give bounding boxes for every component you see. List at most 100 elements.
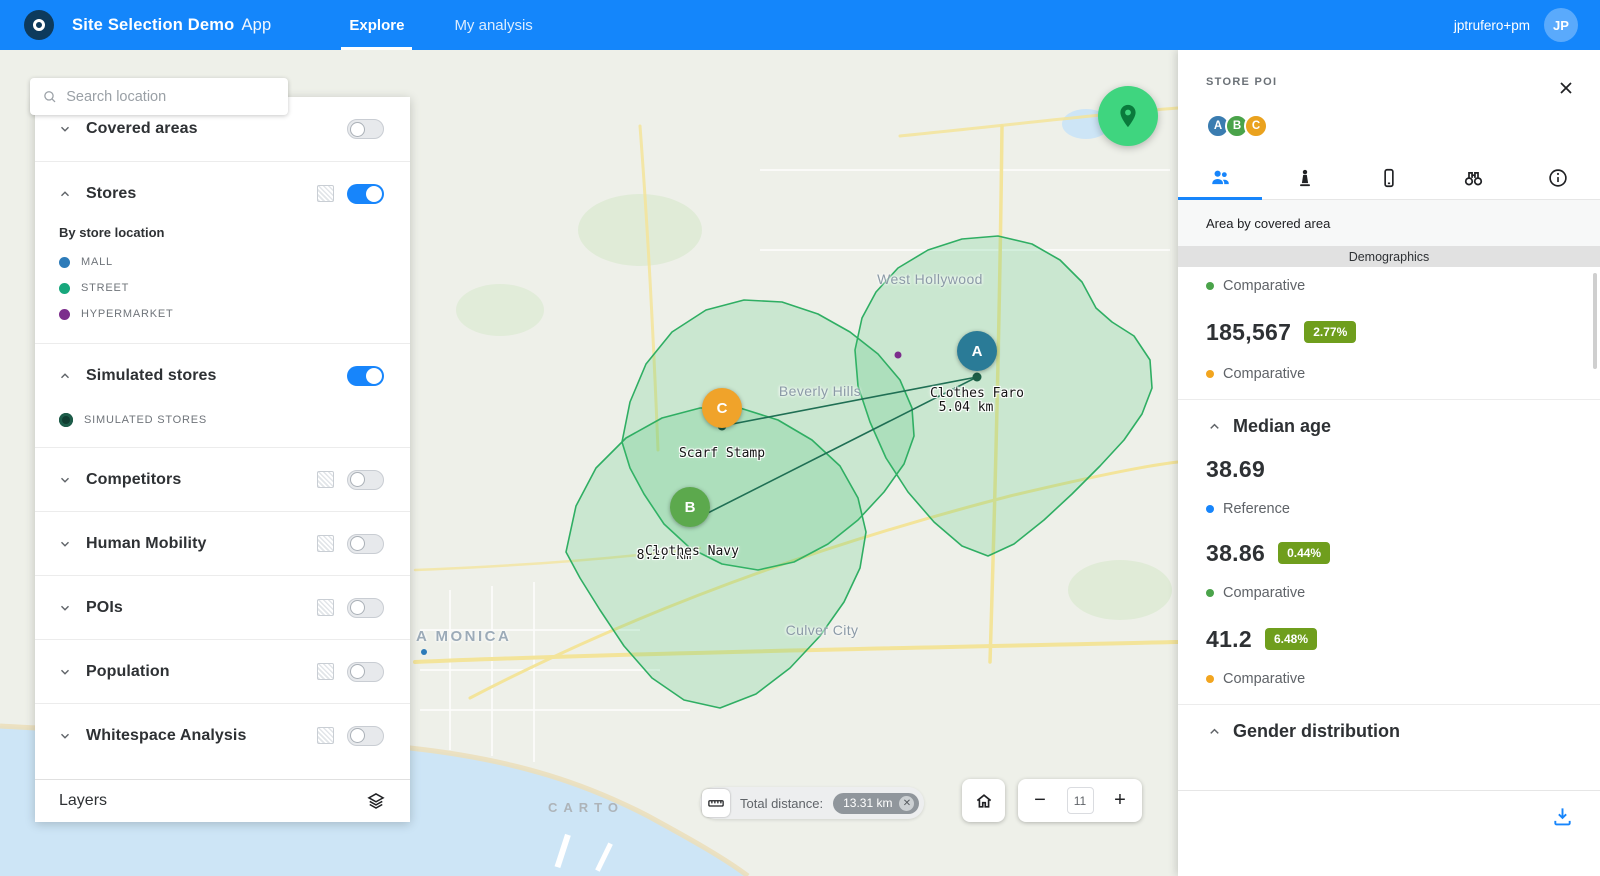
stores-widget-checkbox[interactable] bbox=[317, 185, 334, 202]
simulated-stores-toggle[interactable] bbox=[347, 366, 384, 386]
app-logo-icon bbox=[24, 10, 54, 40]
app-title-suffix: App bbox=[241, 16, 271, 34]
median-age-reference-value: 38.69 bbox=[1206, 452, 1572, 486]
home-button[interactable] bbox=[962, 779, 1005, 822]
legend-item-mall: MALL bbox=[59, 249, 386, 275]
legend-text: Comparative bbox=[1223, 278, 1305, 294]
covered-area-polygons bbox=[566, 236, 1152, 708]
population-toggle[interactable] bbox=[347, 662, 384, 682]
store-marker-a[interactable]: A bbox=[957, 331, 997, 371]
home-icon bbox=[974, 791, 994, 811]
chevron-down-icon bbox=[57, 473, 73, 487]
add-store-pin-button[interactable] bbox=[1098, 86, 1158, 146]
layer-label-stores: Stores bbox=[86, 185, 136, 203]
store-marker-b[interactable]: B bbox=[670, 487, 710, 527]
tab-my-analysis[interactable]: My analysis bbox=[440, 0, 546, 50]
scrollbar-thumb[interactable] bbox=[1593, 273, 1597, 369]
layer-section-simulated-stores[interactable]: Simulated stores bbox=[35, 343, 410, 407]
median-age-section-header[interactable]: Median age bbox=[1206, 400, 1572, 452]
total-distance-label: Total distance: bbox=[740, 796, 823, 811]
download-button[interactable] bbox=[1551, 805, 1574, 876]
layer-section-human-mobility[interactable]: Human Mobility bbox=[35, 511, 410, 575]
gender-distribution-title: Gender distribution bbox=[1233, 721, 1400, 742]
legend-label-mall: MALL bbox=[81, 256, 113, 268]
info-icon bbox=[1547, 167, 1569, 189]
monument-icon bbox=[1294, 167, 1316, 189]
whitespace-toggle[interactable] bbox=[347, 726, 384, 746]
zoom-control: − 11 + bbox=[1018, 779, 1142, 822]
stores-toggle[interactable] bbox=[347, 184, 384, 204]
tab-mobile-data[interactable] bbox=[1347, 156, 1431, 199]
area-by-covered-area-label: Area by covered area bbox=[1178, 200, 1600, 246]
layer-section-competitors[interactable]: Competitors bbox=[35, 447, 410, 511]
tab-landmarks[interactable] bbox=[1262, 156, 1346, 199]
tab-explore[interactable]: Explore bbox=[335, 0, 418, 50]
competitors-widget-checkbox[interactable] bbox=[317, 471, 334, 488]
layer-label-whitespace-analysis: Whitespace Analysis bbox=[86, 727, 246, 745]
population-widget-checkbox[interactable] bbox=[317, 663, 334, 680]
store-chip-c[interactable]: C bbox=[1244, 114, 1268, 138]
people-icon bbox=[1209, 166, 1232, 189]
carto-attribution[interactable]: CARTO bbox=[548, 800, 624, 815]
download-icon bbox=[1551, 805, 1574, 828]
hypermarket-dot-icon bbox=[59, 309, 70, 320]
median-age-legend-reference: Reference bbox=[1206, 496, 1572, 522]
legend-text: Comparative bbox=[1223, 671, 1305, 687]
reference-dot-icon bbox=[1206, 505, 1214, 513]
pois-widget-checkbox[interactable] bbox=[317, 599, 334, 616]
zoom-out-button[interactable]: − bbox=[1031, 789, 1049, 812]
user-email: jptrufero+pm bbox=[1454, 18, 1530, 33]
stores-legend: By store location MALL STREET HYPERMARKE… bbox=[35, 225, 410, 343]
median-age-title: Median age bbox=[1233, 416, 1331, 437]
search-location-box[interactable] bbox=[30, 78, 288, 115]
app-title: Site Selection Demo App bbox=[72, 16, 271, 35]
layer-label-human-mobility: Human Mobility bbox=[86, 535, 207, 553]
layers-panel: Covered areas Stores By store location M… bbox=[35, 97, 410, 822]
competitors-toggle[interactable] bbox=[347, 470, 384, 490]
comparative-dot-icon bbox=[1206, 589, 1214, 597]
zoom-in-button[interactable]: + bbox=[1111, 789, 1129, 812]
median-age-comparative-value-1: 38.86 0.44% bbox=[1206, 536, 1572, 570]
ruler-button[interactable] bbox=[702, 789, 730, 817]
layer-label-population: Population bbox=[86, 663, 170, 681]
smartphone-icon bbox=[1378, 167, 1400, 189]
total-distance-value: 13.31 km bbox=[843, 796, 892, 810]
whitespace-widget-checkbox[interactable] bbox=[317, 727, 334, 744]
median-age-legend-comparative-1: Comparative bbox=[1206, 580, 1572, 606]
metric-value: 185,567 bbox=[1206, 319, 1291, 346]
pct-badge: 0.44% bbox=[1278, 542, 1330, 564]
layers-footer-label: Layers bbox=[59, 792, 107, 810]
app-title-text: Site Selection Demo bbox=[72, 16, 234, 34]
layer-section-stores[interactable]: Stores bbox=[35, 161, 410, 225]
tab-competitors[interactable] bbox=[1431, 156, 1515, 199]
demographics-group-header: Demographics bbox=[1178, 246, 1600, 267]
tab-explore-label: Explore bbox=[349, 17, 404, 34]
top-navigation-bar: Site Selection Demo App Explore My analys… bbox=[0, 0, 1600, 50]
store-marker-c[interactable]: C bbox=[702, 388, 742, 428]
close-panel-button[interactable] bbox=[1556, 78, 1576, 103]
layer-section-pois[interactable]: POIs bbox=[35, 575, 410, 639]
human-mobility-widget-checkbox[interactable] bbox=[317, 535, 334, 552]
tab-info[interactable] bbox=[1516, 156, 1600, 199]
store-poi-header: STORE POI bbox=[1178, 50, 1600, 103]
clear-distance-icon[interactable]: ✕ bbox=[899, 796, 914, 811]
distance-tool: Total distance: 13.31 km ✕ bbox=[700, 787, 924, 819]
metric-value: 41.2 bbox=[1206, 626, 1252, 653]
covered-areas-toggle[interactable] bbox=[347, 119, 384, 139]
legend-item-street: STREET bbox=[59, 275, 386, 301]
zoom-level-indicator: 11 bbox=[1067, 787, 1094, 814]
pois-toggle[interactable] bbox=[347, 598, 384, 618]
layer-section-whitespace-analysis[interactable]: Whitespace Analysis bbox=[35, 703, 410, 767]
layers-footer-button[interactable]: Layers bbox=[35, 779, 410, 822]
search-input[interactable] bbox=[66, 89, 276, 105]
metric-value: 38.86 bbox=[1206, 540, 1265, 567]
city-label-santa-monica: A MONICA bbox=[416, 628, 511, 645]
legend-text: Comparative bbox=[1223, 366, 1305, 382]
gender-distribution-section-header[interactable]: Gender distribution bbox=[1206, 705, 1572, 757]
human-mobility-toggle[interactable] bbox=[347, 534, 384, 554]
layer-section-population[interactable]: Population bbox=[35, 639, 410, 703]
avatar[interactable]: JP bbox=[1544, 8, 1578, 42]
tab-demographics[interactable] bbox=[1178, 156, 1262, 199]
close-icon bbox=[1556, 78, 1576, 98]
city-label-west-hollywood: West Hollywood bbox=[877, 271, 983, 287]
